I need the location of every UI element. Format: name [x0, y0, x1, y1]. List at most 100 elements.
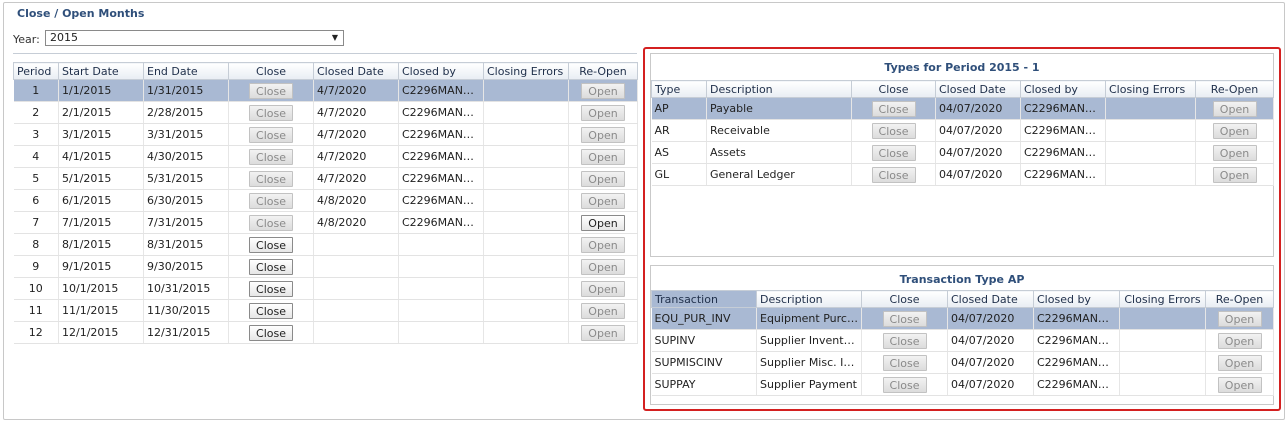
close-button[interactable]: Close	[249, 82, 293, 99]
re-open-button[interactable]: Open	[581, 302, 625, 319]
closed-date-cell: 4/7/2020	[313, 101, 399, 124]
col-header-closed-date[interactable]: Closed Date	[947, 290, 1034, 308]
col-header-close[interactable]: Close	[861, 290, 948, 308]
table-row[interactable]: 12 12/1/2015 12/31/2015 Close Open	[13, 321, 638, 344]
closed-date-cell: 4/7/2020	[313, 145, 399, 168]
re-open-button[interactable]: Open	[581, 324, 625, 341]
table-row[interactable]: EQU_PUR_INV Equipment Purcha... Close 04/07…	[651, 307, 1274, 330]
re-open-cell: Open	[568, 299, 638, 322]
close-button[interactable]: Close	[249, 148, 293, 165]
col-header-period[interactable]: Period	[13, 62, 59, 80]
col-header-close[interactable]: Close	[228, 62, 314, 80]
close-button[interactable]: Close	[249, 236, 293, 253]
transaction-cell: SUPPAY	[651, 373, 757, 396]
re-open-button[interactable]: Open	[1212, 144, 1257, 161]
close-button[interactable]: Close	[249, 280, 293, 297]
close-button[interactable]: Close	[871, 144, 916, 161]
re-open-button[interactable]: Open	[1217, 376, 1262, 393]
re-open-button[interactable]: Open	[581, 192, 625, 209]
periods-grid-container: Period Start Date End Date Close Closed …	[13, 53, 638, 414]
types-table: Type Description Close Closed Date Close…	[651, 80, 1274, 186]
re-open-button[interactable]: Open	[581, 170, 625, 187]
re-open-button[interactable]: Open	[581, 258, 625, 275]
closed-date-cell: 04/07/2020	[935, 163, 1021, 186]
close-button[interactable]: Close	[882, 310, 927, 327]
re-open-button[interactable]: Open	[1212, 122, 1257, 139]
transaction-cell: EQU_PUR_INV	[651, 307, 757, 330]
close-button[interactable]: Close	[249, 258, 293, 275]
table-row[interactable]: 7 7/1/2015 7/31/2015 Close 4/8/2020 C2296MANA…	[13, 211, 638, 234]
close-button[interactable]: Close	[249, 104, 293, 121]
table-row[interactable]: 3 3/1/2015 3/31/2015 Close 4/7/2020 C2296MANA…	[13, 123, 638, 146]
close-button[interactable]: Close	[249, 192, 293, 209]
close-button[interactable]: Close	[249, 126, 293, 143]
description-cell: Supplier Inventory...	[756, 329, 862, 352]
col-header-closed-by[interactable]: Closed by	[1033, 290, 1120, 308]
col-header-re-open[interactable]: Re-Open	[1195, 80, 1274, 98]
col-header-closing-errors[interactable]: Closing Errors	[483, 62, 569, 80]
type-cell: GL	[651, 163, 707, 186]
re-open-button[interactable]: Open	[1212, 100, 1257, 117]
close-button[interactable]: Close	[249, 170, 293, 187]
table-row[interactable]: 2 2/1/2015 2/28/2015 Close 4/7/2020 C2296MANA…	[13, 101, 638, 124]
re-open-button[interactable]: Open	[581, 126, 625, 143]
close-button[interactable]: Close	[871, 166, 916, 183]
table-row[interactable]: 6 6/1/2015 6/30/2015 Close 4/8/2020 C2296MANA…	[13, 189, 638, 212]
table-row[interactable]: ASAssets Close 04/07/2020C2296MANAGER Open	[651, 141, 1274, 164]
col-header-transaction[interactable]: Transaction	[651, 290, 757, 308]
re-open-cell: Open	[1195, 97, 1274, 120]
col-header-end-date[interactable]: End Date	[143, 62, 229, 80]
re-open-button[interactable]: Open	[1217, 332, 1262, 349]
close-button[interactable]: Close	[871, 100, 916, 117]
start-date-cell: 6/1/2015	[58, 189, 144, 212]
col-header-re-open[interactable]: Re-Open	[568, 62, 638, 80]
dropdown-arrow-icon[interactable]: ▼	[332, 31, 338, 45]
col-header-description[interactable]: Description	[756, 290, 862, 308]
close-cell: Close	[851, 141, 936, 164]
col-header-description[interactable]: Description	[706, 80, 852, 98]
col-header-type[interactable]: Type	[651, 80, 707, 98]
re-open-button[interactable]: Open	[581, 280, 625, 297]
close-button[interactable]: Close	[249, 302, 293, 319]
col-header-closed-by[interactable]: Closed by	[398, 62, 484, 80]
re-open-button[interactable]: Open	[1212, 166, 1257, 183]
re-open-button[interactable]: Open	[581, 82, 625, 99]
close-button[interactable]: Close	[882, 332, 927, 349]
table-row[interactable]: SUPMISCINV Supplier Misc. Inv... Close 04/0…	[651, 351, 1274, 374]
col-header-close[interactable]: Close	[851, 80, 936, 98]
table-row[interactable]: SUPPAY Supplier Payment Close 04/07/2020 C22…	[651, 373, 1274, 396]
close-button[interactable]: Close	[249, 324, 293, 341]
col-header-closed-by[interactable]: Closed by	[1020, 80, 1106, 98]
period-cell: 8	[13, 233, 59, 256]
table-row[interactable]: 10 10/1/2015 10/31/2015 Close Open	[13, 277, 638, 300]
re-open-button[interactable]: Open	[581, 236, 625, 253]
table-row[interactable]: SUPINV Supplier Inventory... Close 04/07/20…	[651, 329, 1274, 352]
table-row[interactable]: APPayable Close 04/07/2020C2296MANAGER Open	[651, 97, 1274, 120]
re-open-button[interactable]: Open	[1217, 310, 1262, 327]
period-cell: 3	[13, 123, 59, 146]
year-select[interactable]: 2015 ▼	[45, 30, 344, 46]
close-button[interactable]: Close	[871, 122, 916, 139]
table-row[interactable]: ARReceivable Close 04/07/2020C2296MANAGER O…	[651, 119, 1274, 142]
close-button[interactable]: Close	[249, 214, 293, 231]
col-header-re-open[interactable]: Re-Open	[1205, 290, 1274, 308]
table-row[interactable]: 9 9/1/2015 9/30/2015 Close Open	[13, 255, 638, 278]
table-row[interactable]: 5 5/1/2015 5/31/2015 Close 4/7/2020 C2296MANA…	[13, 167, 638, 190]
col-header-closed-date[interactable]: Closed Date	[313, 62, 399, 80]
col-header-start-date[interactable]: Start Date	[58, 62, 144, 80]
table-row[interactable]: GL General Ledger Close 04/07/2020 C2296MANA…	[651, 163, 1274, 186]
table-row[interactable]: 1 1/1/2015 1/31/2015 Close 4/7/2020 C2296MANA…	[13, 79, 638, 102]
table-row[interactable]: 8 8/1/2015 8/31/2015 Close Open	[13, 233, 638, 256]
re-open-button[interactable]: Open	[581, 214, 625, 231]
closing-errors-cell	[1119, 351, 1206, 374]
col-header-closed-date[interactable]: Closed Date	[935, 80, 1021, 98]
re-open-button[interactable]: Open	[581, 104, 625, 121]
col-header-closing-errors[interactable]: Closing Errors	[1105, 80, 1196, 98]
col-header-closing-errors[interactable]: Closing Errors	[1119, 290, 1206, 308]
table-row[interactable]: 11 11/1/2015 11/30/2015 Close Open	[13, 299, 638, 322]
close-button[interactable]: Close	[882, 376, 927, 393]
close-button[interactable]: Close	[882, 354, 927, 371]
table-row[interactable]: 4 4/1/2015 4/30/2015 Close 4/7/2020 C2296MANA…	[13, 145, 638, 168]
re-open-button[interactable]: Open	[1217, 354, 1262, 371]
re-open-button[interactable]: Open	[581, 148, 625, 165]
